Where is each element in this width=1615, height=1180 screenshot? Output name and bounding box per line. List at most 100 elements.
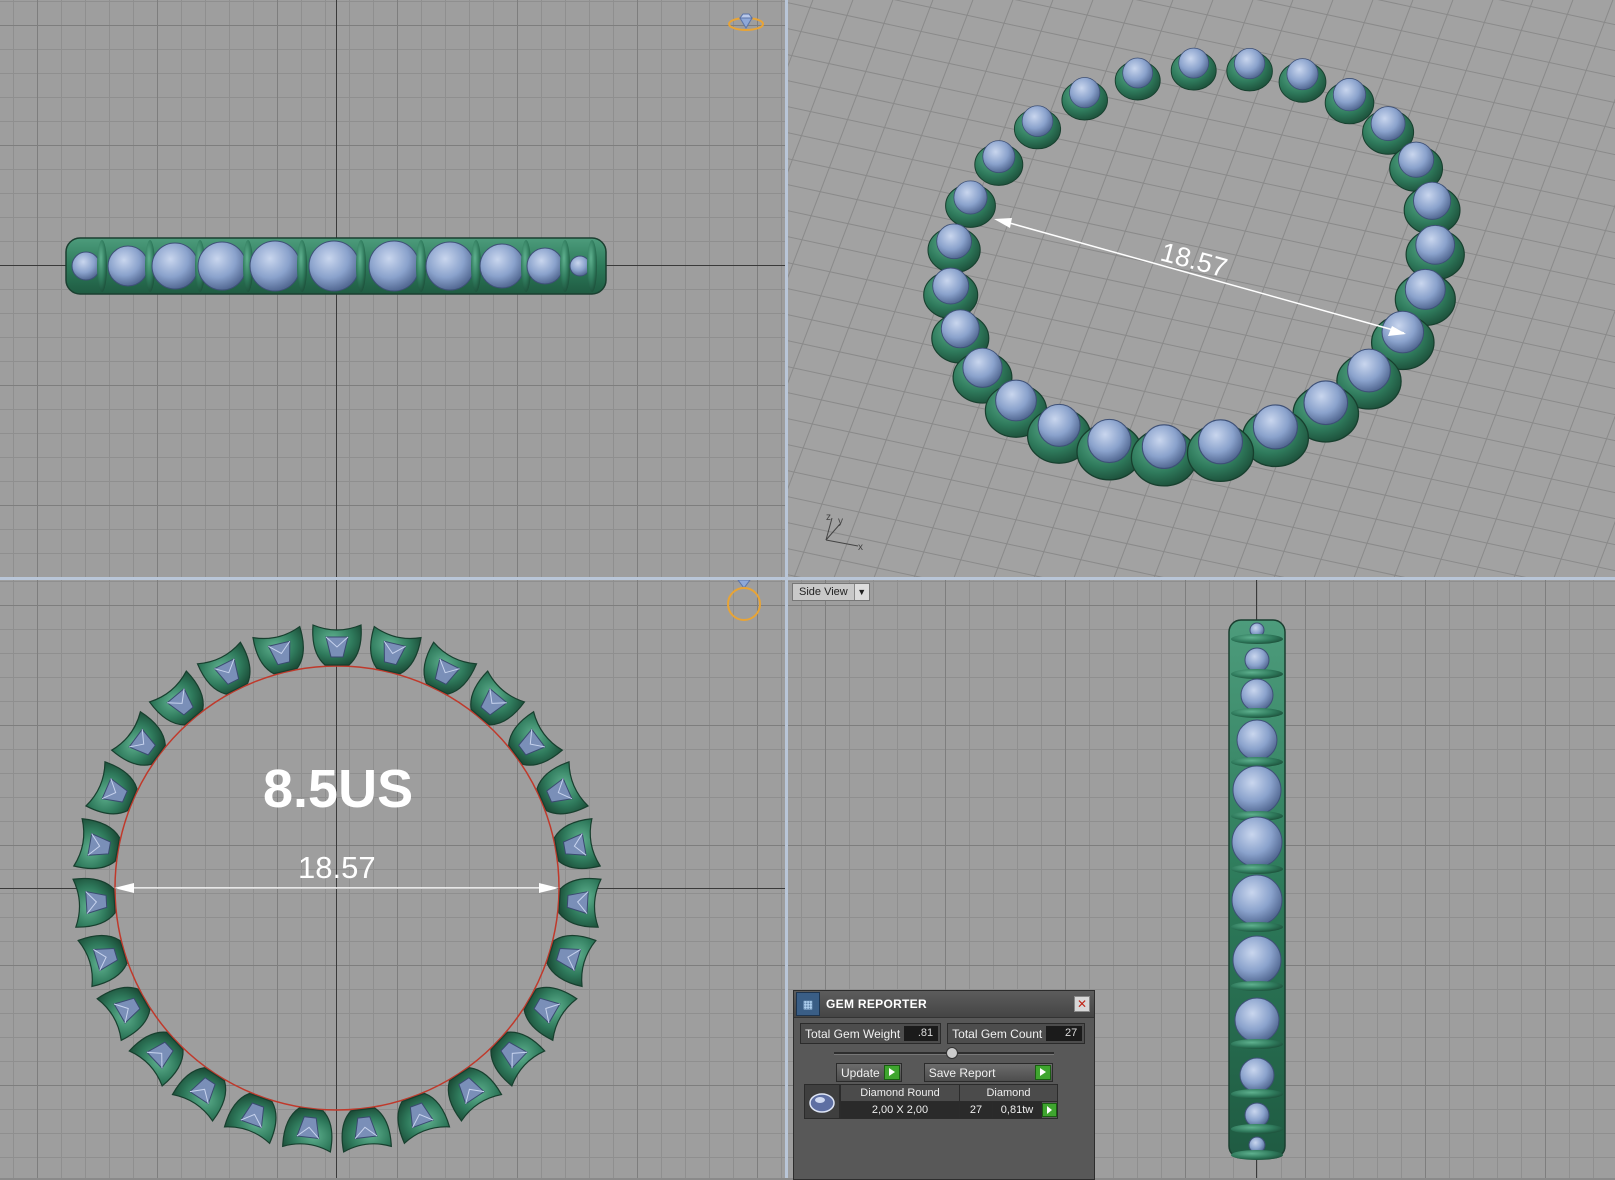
play-icon — [883, 1065, 900, 1080]
gem-top — [397, 1092, 451, 1145]
perspective-grid — [788, 0, 1615, 577]
gem-top — [447, 1067, 503, 1122]
save-report-button-label: Save Report — [928, 1065, 996, 1080]
gem-top — [341, 1107, 392, 1153]
prong-side — [1231, 1124, 1283, 1134]
gem-front — [249, 240, 301, 292]
gem-top — [490, 1031, 546, 1087]
prong-front — [587, 240, 597, 292]
total-gem-weight-field: Total Gem Weight .81 — [800, 1023, 942, 1044]
prong-side — [1231, 981, 1283, 991]
save-report-button[interactable]: Save Report — [923, 1063, 1053, 1082]
update-button-label: Update — [841, 1065, 880, 1080]
prong-side — [1231, 634, 1283, 644]
prong-front — [297, 240, 307, 292]
gem-front — [197, 241, 247, 291]
gem-top — [196, 641, 251, 695]
prong-front — [416, 240, 426, 292]
close-icon[interactable]: ✕ — [1074, 996, 1090, 1012]
top-dimension-label: 18.57 — [298, 850, 376, 885]
gem-front — [368, 240, 420, 292]
total-gem-weight-label: Total Gem Weight — [805, 1026, 901, 1041]
gem-material-cell: Diamond — [959, 1084, 1058, 1102]
gem-top — [470, 670, 526, 726]
gem-reporter-panel: ▦ GEM REPORTER ✕ Total Gem Weight .81 To… — [793, 990, 1095, 1180]
gem-top — [546, 934, 597, 988]
gem-top — [423, 641, 478, 695]
viewport-perspective[interactable]: 18.57 z y x — [788, 0, 1615, 577]
gem-perspective — [1170, 47, 1217, 91]
gem-side — [1231, 816, 1283, 868]
viewport-divider-vertical[interactable] — [785, 0, 788, 1178]
gem-front — [151, 242, 199, 290]
gem-top — [77, 934, 128, 988]
ring-diamond-icon[interactable] — [726, 8, 766, 39]
prong-side — [1231, 1039, 1283, 1049]
gem-side — [1234, 997, 1280, 1043]
update-button[interactable]: Update — [836, 1063, 902, 1082]
axis-triad: z y x — [818, 510, 868, 553]
gem-go-button[interactable] — [1041, 1101, 1058, 1119]
total-gem-count-field: Total Gem Count 27 — [947, 1023, 1086, 1044]
gem-table: Diamond Round Diamond 2,00 X 2,00 27 0,8… — [840, 1084, 1058, 1119]
gem-front — [71, 251, 101, 281]
gem-shape-cell: Diamond Round — [840, 1084, 960, 1102]
prong-side — [1231, 922, 1283, 932]
gem-side — [1239, 1057, 1275, 1093]
viewport-front[interactable] — [0, 0, 785, 577]
gem-front — [308, 240, 360, 292]
prong-front — [560, 240, 570, 292]
prong-front — [356, 240, 366, 292]
gem-top — [72, 818, 121, 870]
gem-top — [558, 877, 602, 928]
gem-front — [479, 243, 525, 289]
gem-top — [223, 1092, 277, 1145]
gem-side — [1244, 647, 1270, 673]
total-gem-count-label: Total Gem Count — [952, 1026, 1043, 1041]
gem-top — [110, 710, 166, 766]
gem-thumbnail-icon — [804, 1084, 840, 1119]
viewport-top[interactable]: 8.5US 18.57 — [0, 580, 785, 1178]
gem-perspective — [1226, 47, 1273, 92]
gem-side — [1236, 719, 1278, 761]
gem-top — [84, 760, 138, 815]
prong-side — [1231, 864, 1283, 874]
gem-top — [312, 624, 362, 666]
gem-side — [1232, 765, 1282, 815]
total-gem-weight-value: .81 — [904, 1026, 939, 1041]
svg-text:y: y — [838, 516, 843, 527]
gem-perspective — [927, 223, 981, 274]
gem-perspective — [974, 140, 1024, 186]
gem-top — [171, 1067, 227, 1122]
gem-top — [282, 1107, 333, 1153]
svg-text:x: x — [858, 542, 863, 550]
prong-side — [1231, 1150, 1283, 1160]
gem-front — [425, 241, 475, 291]
gem-side — [1232, 935, 1282, 985]
gem-side — [1244, 1102, 1270, 1128]
gem-front — [107, 245, 149, 287]
ring-top-drawing — [72, 624, 602, 1153]
panel-slider[interactable] — [834, 1046, 1054, 1060]
gem-reporter-icon: ▦ — [796, 992, 820, 1016]
gem-list-row[interactable]: Diamond Round Diamond 2,00 X 2,00 27 0,8… — [804, 1084, 1058, 1119]
gem-perspective — [1324, 78, 1375, 125]
gem-top — [536, 760, 590, 815]
gem-count-cell: 27 — [959, 1101, 993, 1119]
gem-side — [1231, 874, 1283, 926]
prong-front — [97, 240, 107, 292]
gem-top — [523, 986, 578, 1042]
total-gem-count-value: 27 — [1046, 1026, 1083, 1041]
gem-front — [526, 247, 564, 285]
ring-top-icon[interactable] — [724, 580, 764, 631]
gem-size-cell: 2,00 X 2,00 — [840, 1101, 960, 1119]
ring-size-label: 8.5US — [263, 759, 414, 819]
slider-knob[interactable] — [946, 1047, 958, 1059]
ring-front-drawing — [65, 237, 607, 295]
viewport-divider-horizontal[interactable] — [0, 577, 1615, 580]
svg-text:z: z — [826, 512, 831, 523]
gem-weight-cell: 0,81tw — [992, 1101, 1042, 1119]
gem-reporter-titlebar[interactable]: ▦ GEM REPORTER ✕ — [794, 991, 1094, 1018]
prong-side — [1231, 669, 1283, 679]
gem-top — [128, 1031, 184, 1087]
